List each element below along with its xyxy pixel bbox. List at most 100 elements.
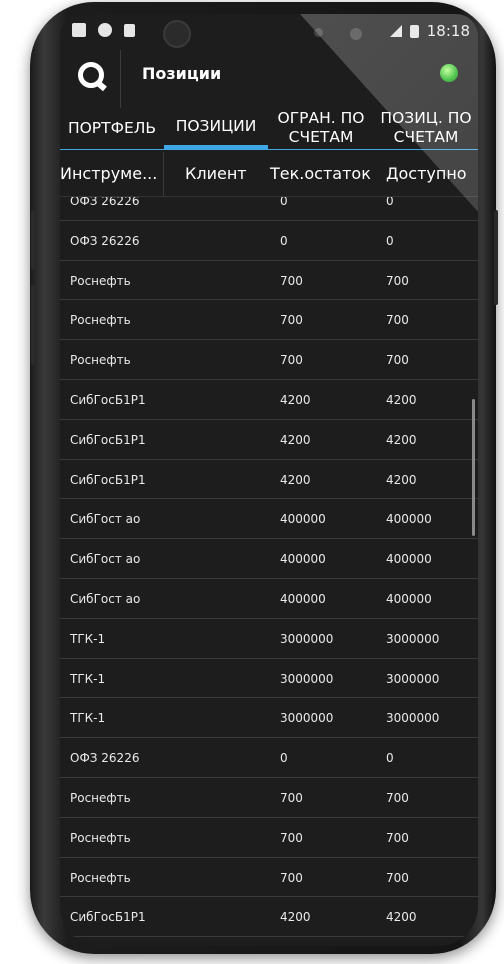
table-row[interactable]: Роснефть 700 700 bbox=[60, 818, 478, 858]
tab-bar: ПОРТФЕЛЬ ПОЗИЦИИ ОГРАН. ПО СЧЕТАМ ПОЗИЦ.… bbox=[60, 108, 478, 152]
cell-available: 400000 bbox=[386, 512, 432, 527]
table-row[interactable]: Роснефть 700 700 bbox=[60, 778, 478, 818]
cell-instrument: СибГосБ1Р1 bbox=[70, 432, 146, 447]
cell-available: 700 bbox=[386, 790, 409, 805]
table-row[interactable]: Роснефть 700 700 bbox=[60, 340, 478, 380]
cell-available: 400000 bbox=[386, 552, 432, 567]
cell-instrument: СибГост ао bbox=[70, 552, 141, 567]
app-bar: Позиции bbox=[60, 50, 478, 108]
cell-instrument: СибГосБ1Р1 bbox=[70, 910, 146, 925]
table-row[interactable]: ТГК-1 3000000 3000000 bbox=[60, 659, 478, 699]
cell-available: 4200 bbox=[386, 472, 417, 487]
tab-portfolio[interactable]: ПОРТФЕЛЬ bbox=[60, 108, 164, 148]
table-row[interactable]: СибГост ао 400000 400000 bbox=[60, 539, 478, 579]
cell-balance: 4200 bbox=[280, 472, 311, 487]
cell-balance: 4200 bbox=[280, 910, 311, 925]
table-row[interactable]: СибГосБ1Р1 4200 4200 bbox=[60, 897, 478, 938]
cell-balance: 0 bbox=[280, 751, 288, 766]
column-header-available[interactable]: Доступно bbox=[386, 164, 467, 183]
cell-instrument: СибГосБ1Р1 bbox=[70, 472, 146, 487]
cell-instrument: ОФЗ 26226 bbox=[70, 751, 140, 766]
cell-balance: 3000000 bbox=[280, 631, 334, 646]
table-row[interactable]: СибГосБ1Р1 4200 4200 bbox=[60, 420, 478, 460]
cell-balance: 700 bbox=[280, 273, 303, 288]
cell-instrument: СибГост ао bbox=[70, 512, 141, 527]
cell-available: 3000000 bbox=[386, 631, 440, 646]
cell-available: 700 bbox=[386, 830, 409, 845]
cell-available: 0 bbox=[386, 751, 394, 766]
cell-available: 3000000 bbox=[386, 711, 440, 726]
table-row[interactable]: Роснефть 700 700 bbox=[60, 858, 478, 898]
tab-account-limits-label: ОГРАН. ПО СЧЕТАМ bbox=[277, 109, 365, 146]
column-header-instrument[interactable]: Инструме... bbox=[60, 164, 157, 183]
column-header-balance[interactable]: Тек.остаток bbox=[270, 164, 371, 183]
cell-balance: 400000 bbox=[280, 591, 326, 606]
cell-instrument: ТГК-1 bbox=[70, 711, 106, 726]
page-title: Позиции bbox=[142, 64, 222, 83]
cat-icon bbox=[98, 23, 112, 37]
table-row[interactable]: Роснефть 700 700 bbox=[60, 261, 478, 301]
signal-icon bbox=[389, 25, 402, 37]
table-row[interactable]: ОФЗ 26226 0 0 bbox=[60, 738, 478, 778]
column-header-client[interactable]: Клиент bbox=[185, 164, 247, 183]
cell-available: 0 bbox=[386, 197, 394, 208]
tab-positions[interactable]: ПОЗИЦИИ bbox=[164, 108, 268, 149]
table-header: Инструме... Клиент Тек.остаток Доступно bbox=[60, 152, 478, 197]
cell-available: 700 bbox=[386, 273, 409, 288]
cell-available: 4200 bbox=[386, 392, 417, 407]
tab-underline bbox=[60, 149, 478, 150]
image-icon bbox=[72, 23, 86, 37]
cell-instrument: Роснефть bbox=[70, 313, 131, 328]
cell-instrument: ОФЗ 26226 bbox=[70, 197, 140, 208]
cell-available: 4200 bbox=[386, 910, 417, 925]
cell-balance: 400000 bbox=[280, 552, 326, 567]
cell-instrument: СибГосБ1Р1 bbox=[70, 392, 146, 407]
cell-instrument: Роснефть bbox=[70, 830, 131, 845]
q-logo-icon[interactable] bbox=[78, 62, 104, 88]
cell-instrument: Роснефть bbox=[70, 273, 131, 288]
cell-available: 400000 bbox=[386, 591, 432, 606]
cell-balance: 700 bbox=[280, 830, 303, 845]
cell-balance: 3000000 bbox=[280, 671, 334, 686]
cell-available: 4200 bbox=[386, 432, 417, 447]
table-row[interactable]: СибГост ао 400000 400000 bbox=[60, 499, 478, 540]
tab-account-limits[interactable]: ОГРАН. ПО СЧЕТАМ bbox=[268, 108, 374, 148]
front-camera bbox=[163, 20, 191, 48]
tab-portfolio-label: ПОРТФЕЛЬ bbox=[67, 118, 157, 137]
table-row[interactable]: ТГК-1 3000000 3000000 bbox=[60, 619, 478, 659]
cell-balance: 4200 bbox=[280, 432, 311, 447]
cell-balance: 700 bbox=[280, 353, 303, 368]
sensor-dot bbox=[314, 28, 323, 37]
table-row[interactable]: Роснефть 700 700 bbox=[60, 300, 478, 341]
volume-button bbox=[31, 210, 35, 270]
battery-icon bbox=[409, 24, 419, 38]
status-bar: 18:18 bbox=[60, 14, 478, 50]
cell-instrument: ОФЗ 26226 bbox=[70, 233, 140, 248]
cell-instrument: СибГост ао bbox=[70, 591, 141, 606]
cell-available: 3000000 bbox=[386, 671, 440, 686]
table-row[interactable]: ОФЗ 26226 0 0 bbox=[60, 221, 478, 261]
lock-icon bbox=[124, 23, 135, 37]
connection-status-icon[interactable] bbox=[440, 64, 458, 82]
cell-balance: 700 bbox=[280, 790, 303, 805]
cell-balance: 400000 bbox=[280, 512, 326, 527]
positions-table[interactable]: ОФЗ 26226 0 0 ОФЗ 26226 0 0 Роснефть 700 700 Росн… bbox=[60, 197, 478, 946]
cell-available: 700 bbox=[386, 353, 409, 368]
table-row[interactable]: СибГост ао 400000 400000 bbox=[60, 579, 478, 619]
scrollbar[interactable] bbox=[472, 399, 475, 536]
cell-available: 700 bbox=[386, 313, 409, 328]
table-row[interactable]: ТГК-1 3000000 3000000 bbox=[60, 698, 478, 739]
table-body: ОФЗ 26226 0 0 ОФЗ 26226 0 0 Роснефть 700 700 Росн… bbox=[60, 197, 478, 946]
tab-account-positions[interactable]: ПОЗИЦ. ПО СЧЕТАМ bbox=[374, 108, 478, 148]
table-row[interactable]: СибГосБ1Р142004200 bbox=[60, 937, 478, 946]
table-row[interactable]: ОФЗ 26226 0 0 bbox=[60, 197, 478, 221]
table-row[interactable]: СибГосБ1Р1 4200 4200 bbox=[60, 380, 478, 420]
cell-balance: 4200 bbox=[280, 392, 311, 407]
tab-account-positions-label: ПОЗИЦ. ПО СЧЕТАМ bbox=[380, 109, 472, 146]
cell-balance: 700 bbox=[280, 870, 303, 885]
table-row[interactable]: СибГосБ1Р1 4200 4200 bbox=[60, 460, 478, 500]
cell-instrument: ТГК-1 bbox=[70, 671, 106, 686]
sensor-dot-2 bbox=[350, 28, 362, 40]
cell-balance: 3000000 bbox=[280, 711, 334, 726]
power-button bbox=[31, 285, 35, 365]
